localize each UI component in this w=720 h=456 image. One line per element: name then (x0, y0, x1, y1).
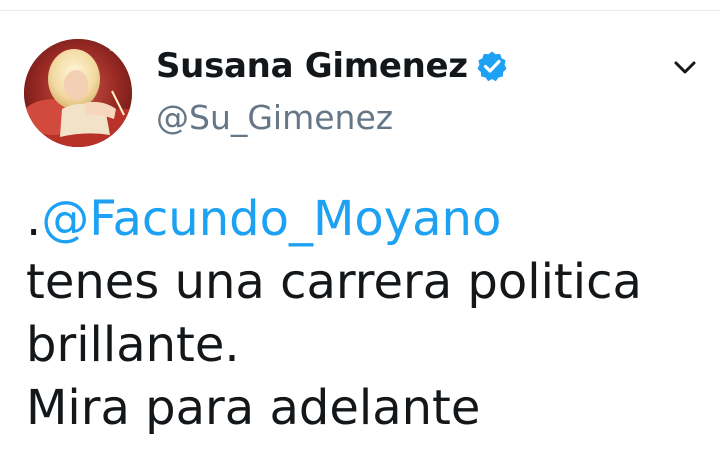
verified-badge-icon (477, 51, 507, 82)
tweet-text: .@Facundo_Moyano tenes una carrera polit… (26, 188, 706, 440)
author-name-row: Susana Gimenez (156, 44, 508, 88)
profile-photo-image (24, 39, 132, 147)
mention-link[interactable]: @Facundo_Moyano (41, 191, 501, 247)
display-name[interactable]: Susana Gimenez (156, 46, 468, 86)
tweet-line-1-prefix: . (26, 191, 42, 247)
chevron-down-icon[interactable] (670, 52, 700, 82)
tweet-line-4: Mira para adelante (26, 380, 481, 436)
tweet-line-2: tenes una carrera politica (26, 254, 642, 310)
username[interactable]: @Su_Gimenez (156, 98, 393, 137)
tweet-line-1: .@Facundo_Moyano (26, 188, 706, 251)
avatar[interactable] (24, 39, 132, 147)
top-divider (0, 10, 720, 11)
tweet-line-3: brillante. (26, 317, 240, 373)
